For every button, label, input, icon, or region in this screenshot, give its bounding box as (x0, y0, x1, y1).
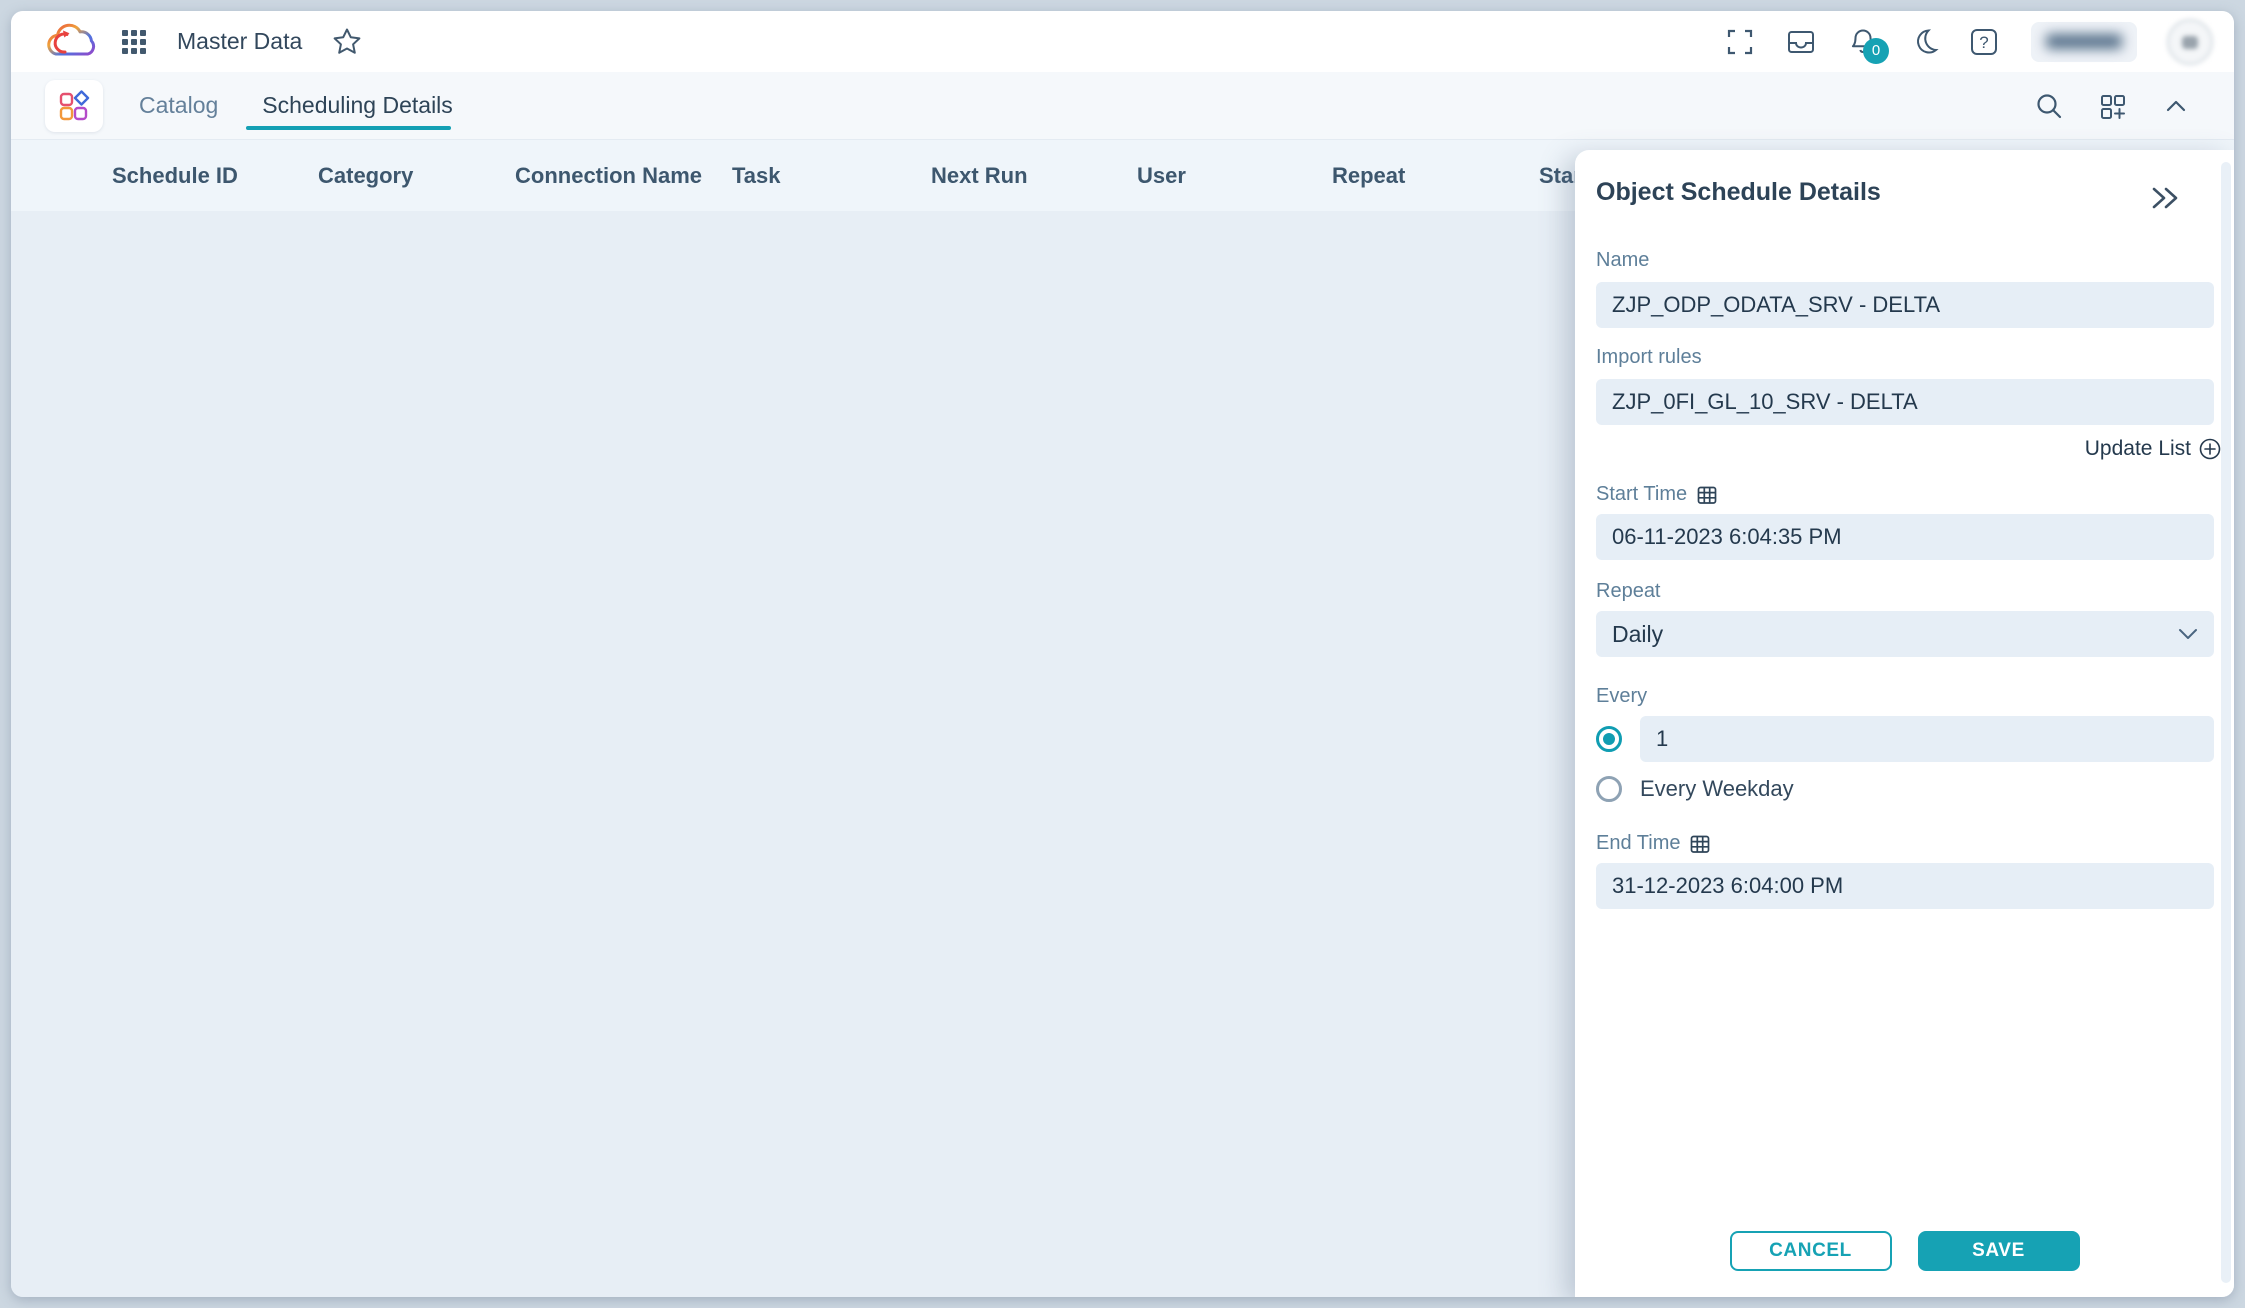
circle-plus-icon (2198, 437, 2222, 461)
update-list-label: Update List (2085, 437, 2191, 461)
save-button[interactable]: SAVE (1918, 1231, 2080, 1271)
column-user[interactable]: User (1137, 140, 1186, 212)
favorite-star-icon[interactable] (332, 27, 362, 57)
chevron-down-icon (2178, 628, 2198, 640)
notification-badge: 0 (1863, 38, 1889, 64)
end-time-input[interactable] (1596, 863, 2214, 909)
blurred-initials (2182, 36, 2198, 49)
object-schedule-details-panel: Object Schedule Details Name Import rule… (1575, 150, 2234, 1297)
top-header: Master Data (11, 11, 2234, 72)
tab-catalog[interactable]: Catalog (117, 72, 240, 139)
column-schedule-id[interactable]: Schedule ID (112, 140, 238, 212)
every-weekday-option: Every Weekday (1596, 776, 2214, 802)
name-input[interactable] (1596, 282, 2214, 328)
column-task[interactable]: Task (732, 140, 781, 212)
blurred-username (2046, 34, 2122, 49)
calendar-icon[interactable] (1689, 833, 1711, 855)
tab-catalog-label: Catalog (139, 92, 218, 119)
add-widget-icon[interactable] (2098, 91, 2128, 121)
start-time-label-row: Start Time (1596, 483, 2214, 506)
every-weekday-label: Every Weekday (1640, 776, 1794, 802)
every-weekday-radio[interactable] (1596, 776, 1622, 802)
end-time-label-row: End Time (1596, 832, 2214, 855)
calendar-icon[interactable] (1696, 484, 1718, 506)
app-window: Master Data (11, 11, 2234, 1297)
repeat-label: Repeat (1596, 580, 2214, 603)
collapse-toolbar-chevron-up-icon[interactable] (2162, 92, 2190, 120)
inbox-icon[interactable] (1785, 27, 1817, 57)
column-repeat[interactable]: Repeat (1332, 140, 1405, 212)
collapse-panel-double-chevron-icon[interactable] (2148, 184, 2182, 212)
every-interval-option (1596, 716, 2214, 762)
catalog-shapes-icon[interactable] (45, 80, 103, 132)
apps-grid-icon[interactable] (121, 29, 147, 55)
import-rules-input[interactable] (1596, 379, 2214, 425)
start-time-label: Start Time (1596, 483, 1687, 506)
fullscreen-icon[interactable] (1725, 27, 1755, 57)
avatar[interactable] (2167, 19, 2213, 65)
every-interval-input[interactable] (1640, 716, 2214, 762)
repeat-selected-value: Daily (1612, 621, 1663, 648)
user-name-redacted[interactable] (2031, 22, 2137, 62)
panel-title: Object Schedule Details (1596, 178, 2214, 207)
name-label: Name (1596, 249, 2214, 272)
start-time-input[interactable] (1596, 514, 2214, 560)
notifications-bell-icon[interactable]: 0 (1847, 26, 1879, 58)
column-connection-name[interactable]: Connection Name (515, 140, 702, 212)
panel-footer-buttons: CANCEL SAVE (1575, 1231, 2234, 1271)
every-interval-radio[interactable] (1596, 726, 1622, 752)
help-icon[interactable]: ? (1969, 27, 1999, 57)
cloud-logo-icon (43, 21, 99, 63)
tab-list: Catalog Scheduling Details (117, 72, 475, 139)
page-title: Master Data (177, 28, 302, 55)
import-rules-label: Import rules (1596, 346, 2214, 369)
tab-scheduling-details-label: Scheduling Details (262, 92, 453, 119)
tab-bar: Catalog Scheduling Details (11, 72, 2234, 139)
svg-text:?: ? (1979, 33, 1988, 52)
search-icon[interactable] (2034, 91, 2064, 121)
cancel-button[interactable]: CANCEL (1730, 1231, 1892, 1271)
repeat-select[interactable]: Daily (1596, 611, 2214, 657)
end-time-label: End Time (1596, 832, 1680, 855)
every-label: Every (1596, 685, 2214, 708)
update-list-link[interactable]: Update List (1596, 435, 2222, 463)
tab-scheduling-details[interactable]: Scheduling Details (240, 72, 475, 139)
column-category[interactable]: Category (318, 140, 413, 212)
panel-scrollbar[interactable] (2221, 162, 2231, 1283)
dark-mode-moon-icon[interactable] (1909, 27, 1939, 57)
column-next-run[interactable]: Next Run (931, 140, 1028, 212)
